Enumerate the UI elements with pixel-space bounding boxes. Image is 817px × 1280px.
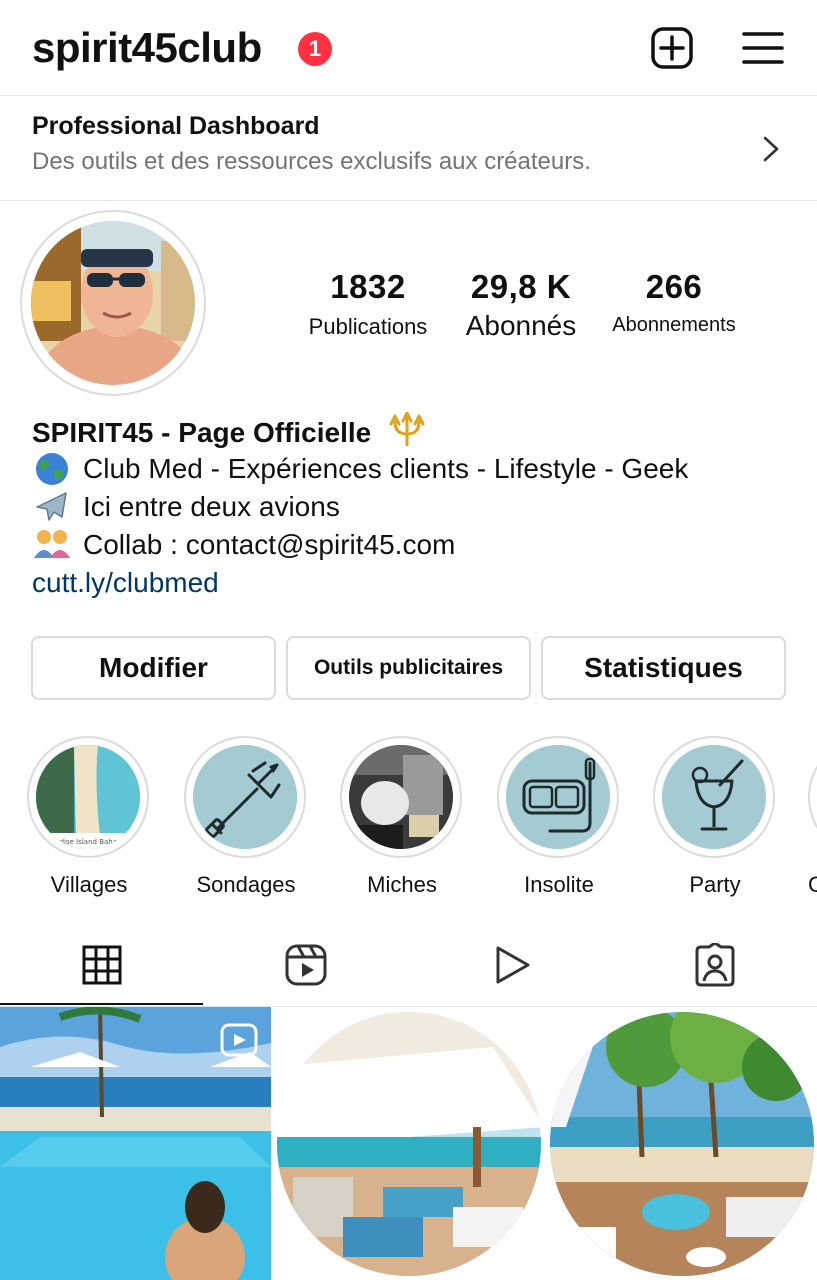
highlight-ring: [497, 736, 619, 858]
followers-label: Abonnés: [465, 310, 577, 341]
tagged-icon[interactable]: [693, 943, 737, 987]
highlight-sondages[interactable]: Sondages: [184, 736, 308, 898]
highlight-partial[interactable]: C: [808, 736, 817, 898]
hamburger-menu-icon[interactable]: [742, 28, 784, 68]
professional-dashboard[interactable]: Professional Dashboard Des outils et des…: [0, 96, 817, 201]
profile-bio: SPIRIT45 - Page Officielle Club Med - Ex…: [32, 412, 802, 602]
dashboard-subtitle: Des outils et des ressources exclusifs a…: [32, 148, 591, 175]
trident-icon: [193, 745, 297, 849]
chevron-right-icon: [763, 136, 779, 162]
dashboard-title: Professional Dashboard: [32, 112, 320, 140]
active-tab-indicator: [0, 1003, 203, 1005]
stat-followers[interactable]: 29,8 K Abonnés: [456, 268, 586, 342]
publications-count: 1832: [330, 268, 406, 305]
highlight-label: C: [808, 872, 817, 897]
bio-line-2-text: Ici entre deux avions: [83, 491, 340, 522]
highlight-party[interactable]: Party: [653, 736, 777, 898]
bio-link[interactable]: cutt.ly/clubmed: [32, 564, 802, 602]
highlight-label: Villages: [50, 872, 128, 897]
bio-line-3: Collab : contact@spirit45.com: [32, 526, 802, 564]
bio-name: SPIRIT45 - Page Officielle: [32, 417, 372, 448]
highlight-label: Sondages: [196, 872, 296, 897]
bio-line-3-text: Collab : contact@spirit45.com: [83, 529, 456, 560]
grid-post-2[interactable]: [273, 1007, 544, 1280]
top-bar: spirit45club 1: [0, 0, 817, 96]
following-label: Abonnements: [612, 314, 736, 336]
post-thumbnail: [546, 1007, 817, 1280]
post-thumbnail: [0, 1007, 271, 1280]
insights-button[interactable]: Statistiques: [541, 636, 786, 700]
highlight-miches[interactable]: Miches: [340, 736, 464, 898]
highlight-villages[interactable]: Paradise Island Bahamas Villages: [27, 736, 151, 898]
highlight-label: Party: [689, 872, 741, 897]
bio-line-2: Ici entre deux avions: [32, 488, 802, 526]
airplane-icon: [36, 492, 67, 521]
followers-count: 29,8 K: [470, 268, 572, 305]
highlight-cover: [349, 745, 453, 849]
grid-post-3[interactable]: [546, 1007, 817, 1280]
snorkel-mask-icon: [506, 745, 610, 849]
video-play-icon[interactable]: [490, 943, 534, 987]
trident-icon: [389, 412, 425, 446]
grid-icon[interactable]: [80, 943, 124, 987]
cocktail-icon: [662, 745, 766, 849]
stat-publications[interactable]: 1832 Publications: [298, 268, 438, 340]
globe-icon: [36, 453, 68, 485]
post-thumbnail: [273, 1007, 544, 1280]
highlight-ring: Paradise Island Bahamas: [27, 736, 149, 858]
profile-tabs: [0, 925, 817, 1007]
ad-tools-button[interactable]: Outils publicitaires: [286, 636, 531, 700]
highlight-ring: [340, 736, 462, 858]
highlight-insolite[interactable]: Insolite: [497, 736, 621, 898]
following-count: 266: [645, 268, 703, 305]
plus-square-icon[interactable]: [650, 26, 694, 70]
highlight-ring: [653, 736, 775, 858]
highlight-ring: [184, 736, 306, 858]
stat-following[interactable]: 266 Abonnements: [604, 268, 744, 337]
highlight-label: Insolite: [524, 872, 594, 897]
highlight-cover: Paradise Island Bahamas: [36, 745, 140, 849]
grid-post-1[interactable]: [0, 1007, 271, 1280]
profile-username[interactable]: spirit45club: [32, 24, 262, 72]
family-icon: [34, 530, 70, 558]
highlight-caption: Paradise Island Bahamas: [44, 838, 132, 846]
highlight-ring: [808, 736, 817, 858]
edit-profile-button[interactable]: Modifier: [31, 636, 276, 700]
bio-line-1: Club Med - Expériences clients - Lifesty…: [32, 450, 802, 488]
notification-badge[interactable]: 1: [298, 32, 332, 66]
publications-label: Publications: [308, 314, 428, 339]
highlight-label: Miches: [367, 872, 437, 897]
reels-icon[interactable]: [284, 943, 328, 987]
avatar[interactable]: [31, 221, 195, 385]
bio-line-1-text: Club Med - Expériences clients - Lifesty…: [83, 453, 689, 484]
bio-name-row: SPIRIT45 - Page Officielle: [32, 412, 802, 450]
